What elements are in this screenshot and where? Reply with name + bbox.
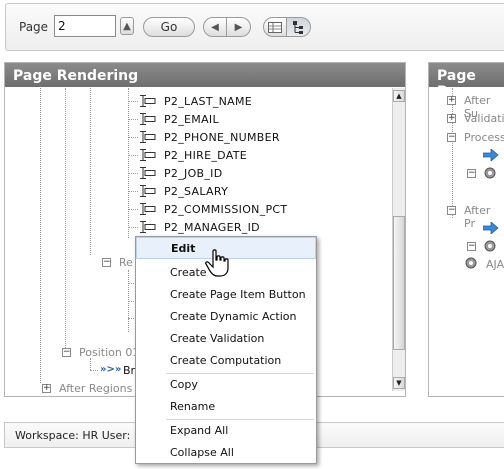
text-field-icon <box>140 167 156 179</box>
caret-up-icon: ▲ <box>123 20 131 32</box>
expand-toggle[interactable]: + <box>447 96 456 105</box>
tree-item-label: P2_SALARY <box>164 184 229 198</box>
tree-item-region-partial[interactable]: Re <box>119 256 133 269</box>
status-text: Workspace: HR User: H <box>15 429 143 442</box>
collapse-toggle[interactable]: − <box>467 169 476 178</box>
menu-item-create-dynamic-action[interactable]: Create Dynamic Action <box>136 305 316 327</box>
previous-page-button[interactable]: ◀ <box>203 17 227 37</box>
tree-item-label: P2_EMAIL <box>164 112 219 126</box>
text-field-icon <box>140 131 156 143</box>
page-label: Page <box>19 20 49 34</box>
tree-branch <box>128 173 138 174</box>
tree-guide-line <box>128 88 129 238</box>
menu-item-expand-all[interactable]: Expand All <box>136 419 316 441</box>
menu-item-collapse-all[interactable]: Collapse All <box>136 441 316 463</box>
tree-branch <box>128 209 138 210</box>
scroll-down-arrow[interactable]: ▼ <box>393 377 405 389</box>
tree-item-p2-salary[interactable]: P2_SALARY <box>140 182 228 200</box>
tree-item-p2-email[interactable]: P2_EMAIL <box>140 110 219 128</box>
tree-item-label: P2_JOB_ID <box>164 166 223 180</box>
tree-branch <box>128 137 138 138</box>
tree-branch <box>90 370 98 371</box>
tree-view-button[interactable] <box>287 17 311 37</box>
tree-item-p2-last-name[interactable]: P2_LAST_NAME <box>140 92 252 110</box>
page-nav-group: ◀ ▶ <box>203 17 251 37</box>
collapse-toggle[interactable]: − <box>447 133 456 142</box>
scroll-thumb[interactable] <box>393 216 405 350</box>
gear-icon <box>484 167 496 179</box>
view-toggle-group <box>263 17 311 37</box>
arrow-right-icon: ▶ <box>234 21 243 33</box>
expand-toggle[interactable]: + <box>42 384 51 393</box>
tree-guide-line <box>90 88 91 255</box>
collapse-toggle[interactable]: − <box>102 258 111 267</box>
tree-guide-line <box>452 88 453 218</box>
branch-arrow-icon <box>483 149 499 161</box>
text-field-icon <box>140 113 156 125</box>
tree-item-label: P2_MANAGER_ID <box>164 220 260 234</box>
tree-item-breadcrumb[interactable]: Br <box>123 364 135 377</box>
page-number-input[interactable] <box>54 15 116 37</box>
tree-view-icon <box>292 20 303 34</box>
arrow-left-icon: ◀ <box>211 21 219 33</box>
tree-branch <box>128 227 138 228</box>
menu-item-create-computation[interactable]: Create Computation <box>136 349 316 371</box>
text-field-icon <box>140 221 156 233</box>
page-toolbar: Page ▲ Go ◀ ▶ <box>5 3 504 51</box>
page-list-button[interactable]: ▲ <box>120 17 134 35</box>
next-page-button[interactable]: ▶ <box>227 17 251 37</box>
hand-cursor-icon <box>205 249 229 277</box>
tree-item-after-regions[interactable]: After Regions <box>59 382 132 395</box>
tree-item-p2-commission-pct[interactable]: P2_COMMISSION_PCT <box>140 200 287 218</box>
tree-item-processes[interactable]: Process <box>464 131 504 144</box>
page-rendering-title: Page Rendering <box>5 63 405 87</box>
menu-item-rename[interactable]: Rename <box>136 395 316 417</box>
expand-toggle[interactable]: + <box>447 114 456 123</box>
tree-guide-line <box>65 88 66 350</box>
breadcrumb-icon: »>» <box>100 364 122 375</box>
tree-guide-line <box>40 88 41 383</box>
tree-item-p2-job-id[interactable]: P2_JOB_ID <box>140 164 223 182</box>
tree-branch <box>128 155 138 156</box>
tree-item-label: P2_LAST_NAME <box>164 94 253 108</box>
tree-guide-line <box>90 358 91 370</box>
collapse-toggle[interactable]: − <box>467 242 476 251</box>
menu-item-copy[interactable]: Copy <box>136 373 316 395</box>
branch-arrow-icon <box>483 222 499 234</box>
tree-item-p2-hire-date[interactable]: P2_HIRE_DATE <box>140 146 247 164</box>
text-field-icon <box>140 149 156 161</box>
tree-item-validations[interactable]: Validatio <box>464 112 504 125</box>
tree-item-p2-manager-id[interactable]: P2_MANAGER_ID <box>140 218 260 236</box>
tree-branch <box>128 191 138 192</box>
detail-view-button[interactable] <box>263 17 287 37</box>
text-field-icon <box>140 203 156 215</box>
menu-item-create-page-item-button[interactable]: Create Page Item Button <box>136 283 316 305</box>
text-field-icon <box>140 185 156 197</box>
menu-item-create-validation[interactable]: Create Validation <box>136 327 316 349</box>
tree-item-label: P2_HIRE_DATE <box>164 148 247 162</box>
tree-item-position-01[interactable]: Position 01 <box>79 346 139 359</box>
scroll-up-arrow[interactable]: ▲ <box>393 90 405 102</box>
page-processing-title: Page Proc <box>429 63 504 100</box>
go-button[interactable]: Go <box>143 17 195 37</box>
tree-branch <box>128 119 138 120</box>
tree-item-label: P2_PHONE_NUMBER <box>164 130 280 144</box>
tree-item-ajax[interactable]: AJA <box>486 258 504 271</box>
tree-item-label: P2_COMMISSION_PCT <box>164 202 288 216</box>
vertical-scrollbar[interactable]: ▲ ▼ <box>392 88 405 391</box>
collapse-toggle[interactable]: − <box>62 348 71 357</box>
text-field-icon <box>140 95 156 107</box>
tree-branch <box>128 101 138 102</box>
collapse-toggle[interactable]: − <box>447 206 456 215</box>
list-view-icon <box>268 21 282 33</box>
gear-icon <box>465 257 477 269</box>
tree-item-p2-phone-number[interactable]: P2_PHONE_NUMBER <box>140 128 280 146</box>
gear-icon <box>484 240 496 252</box>
